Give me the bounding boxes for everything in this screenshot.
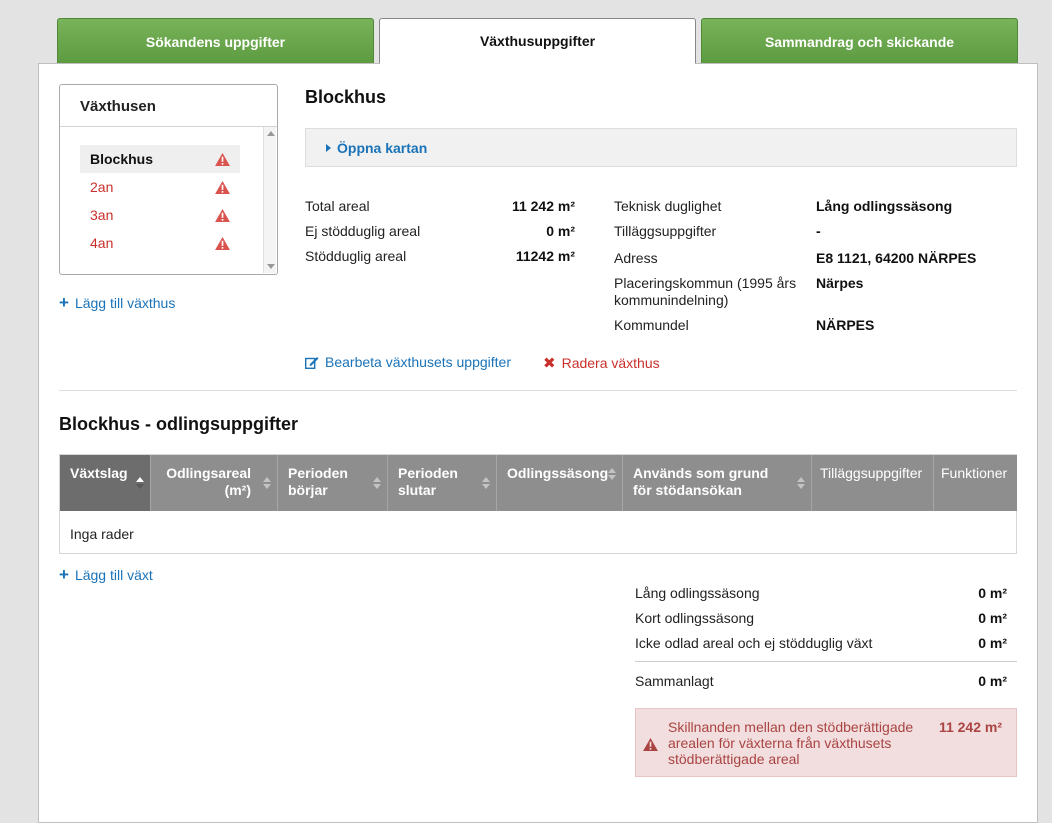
summary-label: Lång odlingssäsong (635, 585, 760, 601)
table-empty-message: Inga rader (70, 526, 134, 542)
greenhouse-item[interactable]: 3an (80, 201, 240, 229)
greenhouse-item-label: 4an (90, 235, 114, 251)
sort-icon (608, 468, 616, 482)
greenhouse-list-scrollbar[interactable] (263, 127, 276, 273)
add-plant-label: Lägg till växt (74, 567, 153, 583)
sort-icon (482, 477, 490, 491)
summary-total-row: Sammanlagt 0 m² (635, 673, 1007, 689)
greenhouse-item[interactable]: 4an (80, 229, 240, 257)
scroll-up-icon[interactable] (267, 131, 275, 136)
summary-label: Kort odlingssäsong (635, 610, 755, 626)
summary-label: Icke odlad areal och ej stödduglig växt (635, 635, 873, 651)
column-header-basis-for-application[interactable]: Används som grund för stödansökan (623, 455, 812, 511)
table-header: Växtslag Odlingsareal (m²) Perioden börj… (60, 455, 1017, 511)
field-label: Teknisk duglighet (614, 198, 722, 214)
delete-greenhouse-label: Radera växthus (561, 355, 660, 371)
greenhouse-item-label: 2an (90, 179, 114, 195)
greenhouse-item-label: 3an (90, 207, 114, 223)
field-value: Närpes (816, 275, 864, 291)
warning-icon (643, 738, 658, 751)
tab-summary-submit[interactable]: Sammandrag och skickande (701, 18, 1018, 64)
field-value: 11242 m² (515, 248, 575, 264)
field-value: NÄRPES (816, 317, 875, 333)
summary-value: 0 m² (978, 610, 1007, 626)
open-map-label: Öppna kartan (337, 140, 428, 156)
area-difference-alert: Skillnanden mellan den stödberättigade a… (635, 708, 1017, 777)
edit-greenhouse-label: Bearbeta växthusets uppgifter (325, 354, 512, 370)
field-value: - (816, 223, 821, 239)
field-label: Adress (614, 250, 658, 266)
field-label: Tilläggsuppgifter (614, 223, 717, 239)
greenhouse-list-box: Växthusen Blockhus 2an 3an 4an (59, 84, 278, 275)
summary-total-label: Sammanlagt (635, 673, 714, 689)
cultivation-title: Blockhus - odlingsuppgifter (59, 414, 298, 434)
column-header-additional-info: Tilläggsuppgifter (812, 455, 934, 511)
main-panel: Växthusen Blockhus 2an 3an 4an + Lägg ti… (38, 63, 1038, 823)
field-label: Ej stödduglig areal (305, 223, 421, 239)
field-label: Stödduglig areal (305, 248, 407, 264)
summary-value: 0 m² (978, 585, 1007, 601)
plus-icon: + (59, 565, 69, 584)
map-bar: Öppna kartan (305, 128, 1017, 167)
warning-icon (215, 236, 230, 250)
delete-greenhouse-link[interactable]: ✖ Radera växthus (543, 354, 660, 372)
alert-text: Skillnanden mellan den stödberättigade a… (668, 719, 914, 767)
warning-icon (215, 180, 230, 194)
sort-icon (136, 477, 144, 491)
add-greenhouse-link[interactable]: + Lägg till växthus (59, 293, 176, 312)
edit-icon (305, 356, 319, 369)
add-greenhouse-label: Lägg till växthus (74, 295, 176, 311)
summary-total-value: 0 m² (978, 673, 1007, 689)
column-header-period-start[interactable]: Perioden börjar (278, 455, 388, 511)
summary-row: Kort odlingssäsong 0 m² (635, 610, 1007, 626)
greenhouse-item[interactable]: Blockhus (80, 145, 240, 173)
warning-icon (215, 152, 230, 166)
greenhouse-item-label: Blockhus (90, 151, 154, 167)
field-value: 0 m² (546, 223, 575, 239)
summary-row: Icke odlad areal och ej stödduglig växt … (635, 635, 1007, 651)
warning-icon (215, 208, 230, 222)
field-label: Placeringskommun (1995 års kommunindelni… (614, 275, 797, 308)
summary-row: Lång odlingssäsong 0 m² (635, 585, 1007, 601)
field-value: Lång odlingssäsong (816, 198, 953, 214)
times-icon: ✖ (543, 355, 556, 372)
greenhouse-list-title: Växthusen (80, 98, 156, 115)
open-map-link[interactable]: Öppna kartan (326, 140, 427, 156)
divider (60, 126, 277, 127)
add-plant-link[interactable]: + Lägg till växt (59, 565, 153, 584)
tab-applicant-info[interactable]: Sökandens uppgifter (57, 18, 374, 64)
column-header-area[interactable]: Odlingsareal (m²) (151, 455, 278, 511)
column-header-season[interactable]: Odlingssäsong (497, 455, 623, 511)
sort-icon (373, 477, 381, 491)
plus-icon: + (59, 293, 69, 312)
column-header-plant-type[interactable]: Växtslag (60, 455, 151, 511)
field-value: E8 1121, 64200 NÄRPES (816, 250, 977, 266)
greenhouse-list: Blockhus 2an 3an 4an (80, 145, 240, 257)
column-header-functions: Funktioner (941, 465, 1008, 481)
tab-greenhouse-info[interactable]: Växthusuppgifter (379, 18, 696, 64)
sort-icon (263, 477, 271, 491)
summary-value: 0 m² (978, 635, 1007, 651)
field-value: 11 242 m² (511, 198, 575, 214)
summary-divider (635, 661, 1017, 662)
scroll-down-icon[interactable] (267, 264, 275, 269)
edit-greenhouse-link[interactable]: Bearbeta växthusets uppgifter (305, 354, 511, 370)
greenhouse-title: Blockhus (305, 87, 387, 107)
column-header-period-end[interactable]: Perioden slutar (388, 455, 497, 511)
field-label: Kommundel (614, 317, 689, 333)
sort-icon (797, 477, 805, 491)
section-divider (59, 390, 1017, 391)
caret-right-icon (326, 144, 331, 152)
alert-value: 11 242 m² (938, 719, 1002, 735)
greenhouse-item[interactable]: 2an (80, 173, 240, 201)
wizard-tabs: Sökandens uppgifter Växthusuppgifter Sam… (57, 18, 1018, 64)
field-label: Total areal (305, 198, 370, 214)
cultivation-table: Växtslag Odlingsareal (m²) Perioden börj… (59, 454, 1017, 554)
